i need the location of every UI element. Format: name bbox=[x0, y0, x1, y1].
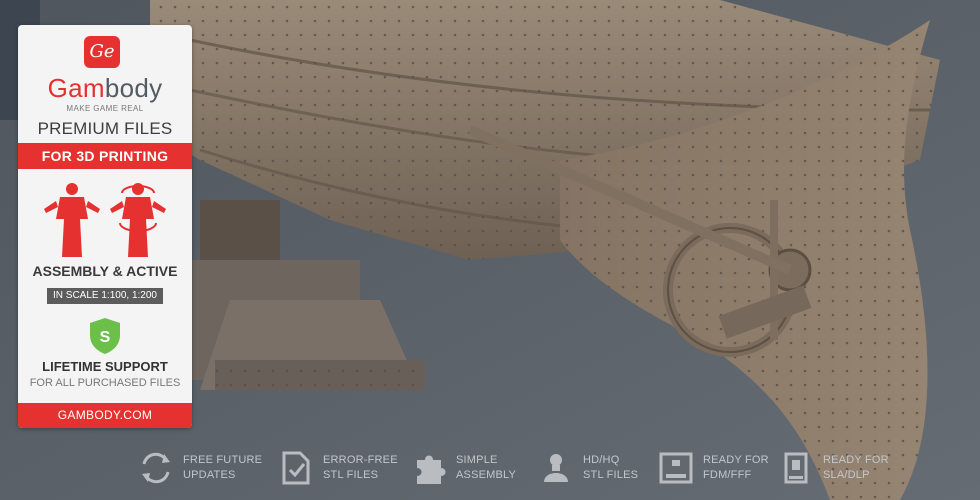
feature-sla: READY FOR SLA/DLP bbox=[778, 446, 918, 490]
update-arrows-icon bbox=[142, 452, 170, 484]
assembly-active-label: ASSEMBLY & ACTIVE bbox=[32, 263, 178, 279]
stl-file-check-icon bbox=[282, 451, 310, 485]
feature-line1: SIMPLE bbox=[456, 454, 498, 466]
feature-free-updates: FREE FUTURE UPDATES bbox=[138, 446, 268, 490]
feature-line2: FDM/FFF bbox=[703, 469, 752, 481]
brand-name-red: Gam bbox=[47, 73, 105, 103]
scale-chip: IN SCALE 1:100, 1:200 bbox=[47, 288, 163, 304]
brand-tagline: MAKE GAME REAL bbox=[66, 104, 144, 113]
features-strip: FREE FUTURE UPDATES ERROR-FREE STL FILES… bbox=[138, 446, 980, 490]
feature-line1: READY FOR bbox=[823, 454, 889, 466]
fdm-printer-icon bbox=[659, 452, 693, 484]
feature-line1: HD/HQ bbox=[583, 454, 620, 466]
figure-icon bbox=[44, 183, 100, 257]
feature-line1: FREE FUTURE bbox=[183, 454, 263, 466]
bust-figure-icon bbox=[544, 454, 568, 482]
brand-name[interactable]: Gambody bbox=[18, 74, 192, 102]
promo-card: Ge Gambody MAKE GAME REAL PREMIUM FILES … bbox=[8, 25, 202, 428]
puzzle-piece-icon bbox=[417, 455, 446, 484]
feature-line2: UPDATES bbox=[183, 469, 236, 481]
red-figures-illustration bbox=[44, 183, 166, 257]
lifetime-support-label: LIFETIME SUPPORT bbox=[42, 359, 168, 374]
feature-line2: STL FILES bbox=[323, 469, 379, 481]
sla-printer-icon bbox=[784, 452, 808, 484]
feature-error-free: ERROR-FREE STL FILES bbox=[278, 446, 408, 490]
feature-line1: READY FOR bbox=[703, 454, 769, 466]
feature-line2: ASSEMBLY bbox=[456, 469, 517, 481]
feature-line2: STL FILES bbox=[583, 469, 639, 481]
brand-name-gray: body bbox=[104, 73, 163, 103]
figure-assembly-icon bbox=[110, 183, 166, 257]
premium-files-heading: PREMIUM FILES bbox=[37, 119, 173, 138]
feature-hd-files: HD/HQ STL FILES bbox=[538, 446, 658, 490]
for-3d-printing-band: FOR 3D PRINTING bbox=[18, 143, 192, 169]
gambody-site-link[interactable]: GAMBODY.COM bbox=[18, 403, 192, 428]
feature-fdm: READY FOR FDM/FFF bbox=[658, 446, 788, 490]
feature-simple-assembly: SIMPLE ASSEMBLY bbox=[411, 446, 531, 490]
shield-letter: S bbox=[100, 329, 111, 346]
gambody-logo-badge[interactable]: Ge bbox=[84, 36, 120, 68]
purchased-files-label: FOR ALL PURCHASED FILES bbox=[29, 377, 181, 389]
feature-line2: SLA/DLP bbox=[823, 469, 870, 481]
shield-icon: S bbox=[90, 318, 120, 354]
feature-line1: ERROR-FREE bbox=[323, 454, 398, 466]
